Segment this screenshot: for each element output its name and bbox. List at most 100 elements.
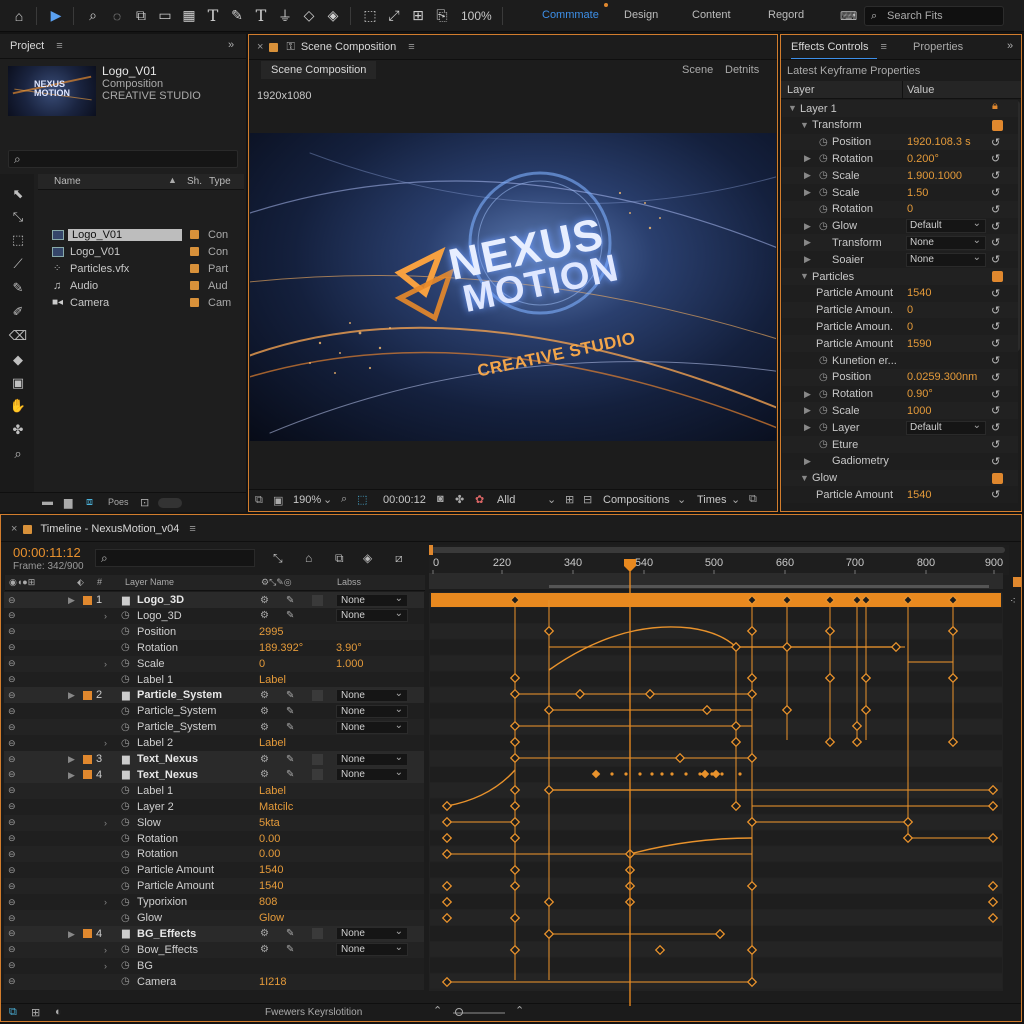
visibility-icon[interactable]: ⊖ (8, 642, 16, 653)
property-value[interactable]: 2995 (259, 626, 283, 638)
stopwatch-icon[interactable]: ◷ (819, 153, 828, 164)
stopwatch-icon[interactable]: ◷ (121, 706, 130, 717)
stopwatch-icon[interactable]: ◷ (819, 355, 828, 366)
composition-viewport[interactable]: NEXUS MOTION CREATIVE STUDIO (250, 133, 776, 441)
shy-switch-icon[interactable]: ⚙ (260, 722, 269, 733)
parent-dropdown[interactable]: None (336, 688, 408, 702)
parent-dropdown[interactable]: None (336, 704, 408, 718)
stopwatch-icon[interactable]: ◷ (121, 642, 130, 653)
text-tool-icon[interactable]: T (202, 5, 224, 27)
effects-row[interactable]: ▼ Glow (782, 469, 1018, 487)
timeline-property-row[interactable]: ⊖ ◷ Layer 2 Matcilc (4, 798, 424, 815)
expand-caret-icon[interactable]: ▶ (68, 929, 75, 940)
timeline-timecode[interactable]: 00:00:11:12 (13, 545, 81, 560)
effect-switch-icon[interactable]: ✎ (286, 769, 294, 780)
parent-dropdown[interactable]: None (336, 752, 408, 766)
shy-switch-icon[interactable]: ⚙ (260, 769, 269, 780)
effects-dropdown[interactable]: Default (906, 218, 986, 234)
visibility-icon[interactable]: ⊖ (8, 928, 16, 939)
timeline-property-row[interactable]: ⊖ ◷ Camera 1I218 (4, 973, 424, 990)
stopwatch-icon[interactable]: ◷ (121, 833, 130, 844)
expand-caret-icon[interactable]: ▶ (804, 153, 811, 164)
visibility-icon[interactable]: ⊖ (8, 610, 16, 621)
solo-switch[interactable] (32, 594, 43, 606)
effects-property-value[interactable]: 0 (907, 321, 913, 333)
col-labels[interactable]: Labss (337, 577, 361, 587)
visibility-icon[interactable]: ⊖ (8, 674, 16, 685)
zoom-level[interactable]: 100% (461, 9, 492, 23)
effects-row[interactable]: ◷ Rotation 0 ↺ (782, 200, 1018, 218)
composition-tab[interactable]: × ⚿ Scene Composition ≡ (257, 35, 415, 59)
effects-row[interactable]: Particle Amount 1540 ↺ (782, 486, 1018, 504)
stopwatch-icon[interactable]: ◷ (121, 897, 130, 908)
expand-caret-icon[interactable]: ▶ (68, 754, 75, 765)
timeline-property-row[interactable]: ⊖ › ◷ Typorixion 808 (4, 894, 424, 911)
work-area-bar[interactable] (429, 573, 1003, 589)
stopwatch-icon[interactable]: ◷ (819, 372, 828, 383)
property-value[interactable]: 0.00 (259, 848, 280, 860)
reset-icon[interactable]: ↺ (991, 455, 1000, 468)
type-tool-icon[interactable]: T (250, 5, 272, 27)
parent-dropdown[interactable]: None (336, 767, 408, 782)
visibility-icon[interactable]: ⊖ (8, 960, 16, 971)
scene-link[interactable]: Scene (682, 64, 713, 76)
timeline-property-row[interactable]: ⊖ › ◷ Label 2 Label (4, 735, 424, 752)
lock-switch[interactable] (46, 928, 57, 940)
layer-name[interactable]: Logo_3D (137, 594, 184, 606)
timeline-ruler[interactable] (429, 545, 1009, 575)
reset-icon[interactable]: ↺ (991, 287, 1000, 300)
expand-caret-icon[interactable]: › (104, 961, 107, 971)
effects-row[interactable]: ▶ ◷ Scale 1.50 ↺ (782, 184, 1018, 201)
visibility-icon[interactable]: ⊖ (8, 801, 16, 812)
property-value[interactable]: Label (259, 737, 286, 749)
chevron-down-icon[interactable]: ⌄ (323, 493, 332, 506)
property-value[interactable]: 0 (259, 658, 265, 670)
reset-icon[interactable]: ↺ (991, 404, 1000, 417)
stopwatch-icon[interactable]: ◷ (121, 801, 130, 812)
reset-icon[interactable]: ↺ (991, 236, 1000, 249)
timeline-property-row[interactable]: ⊖ ◷ Position 2995 (4, 623, 424, 640)
parent-dropdown[interactable]: None (336, 720, 408, 734)
stopwatch-icon[interactable]: ◷ (819, 221, 828, 232)
effect-color-swatch[interactable] (992, 472, 1003, 484)
parent-dropdown[interactable]: None (336, 926, 408, 941)
stopwatch-icon[interactable]: ◷ (819, 405, 828, 416)
timeline-property-row[interactable]: ⊖ ◷ Rotation 189.392° 3.90° (4, 639, 424, 656)
effect-switch-icon[interactable]: ✎ (286, 944, 294, 955)
shy-switch-icon[interactable]: ⚙ (260, 944, 269, 955)
parent-box[interactable] (312, 928, 323, 940)
frame-blending-icon[interactable]: ◈ (363, 551, 372, 565)
close-icon[interactable]: × (11, 523, 17, 535)
property-value[interactable]: 0.00 (259, 833, 280, 845)
expand-caret-icon[interactable]: ▶ (804, 422, 811, 433)
effect-switch-icon[interactable]: ✎ (286, 610, 294, 621)
compositions-select[interactable]: Compositions (603, 494, 670, 506)
av-switches-icon[interactable]: ◉◖●⊞ (9, 577, 35, 588)
reset-icon[interactable]: ↺ (991, 186, 1000, 199)
effects-row[interactable]: ▶ ◷ Scale 1.900.1000 ↺ (782, 167, 1018, 185)
project-row[interactable]: Logo_V01 Con (40, 226, 244, 243)
stopwatch-icon[interactable]: ◷ (121, 610, 130, 621)
visibility-icon[interactable]: ⊖ (8, 976, 16, 987)
visibility-icon[interactable]: ⊖ (8, 690, 16, 701)
sort-icon[interactable]: ▲ (168, 175, 177, 185)
effects-property-value[interactable]: 0 (907, 304, 913, 316)
stopwatch-icon[interactable]: ◷ (121, 722, 130, 733)
zoom-tool-icon[interactable]: ⌕ (82, 5, 104, 27)
project-row[interactable]: Logo_V01 Con (40, 243, 244, 260)
expand-caret-icon[interactable]: ▶ (804, 405, 811, 416)
zoom-out-icon[interactable]: ⌃ (433, 1004, 442, 1017)
stopwatch-icon[interactable]: ◷ (819, 439, 828, 450)
reset-icon[interactable]: ↺ (991, 304, 1000, 317)
shy-switch-icon[interactable]: ⚙ (260, 690, 269, 701)
play-icon[interactable]: ▶ (45, 5, 67, 27)
effects-row[interactable]: ▶ Transform None ↺ (782, 234, 1018, 252)
comp-flowchart-icon[interactable]: ⤡ (273, 551, 283, 566)
snapshot-icon[interactable]: ◙ (437, 493, 444, 505)
effects-property-value[interactable]: 1540 (907, 489, 931, 501)
parent-box[interactable] (312, 689, 323, 701)
effect-switch-icon[interactable]: ✎ (286, 595, 294, 606)
property-value[interactable]: 1540 (259, 880, 283, 892)
effects-row[interactable]: ◷ Kunetion er... ↺ (782, 352, 1018, 369)
effects-dropdown[interactable]: None (906, 235, 986, 250)
